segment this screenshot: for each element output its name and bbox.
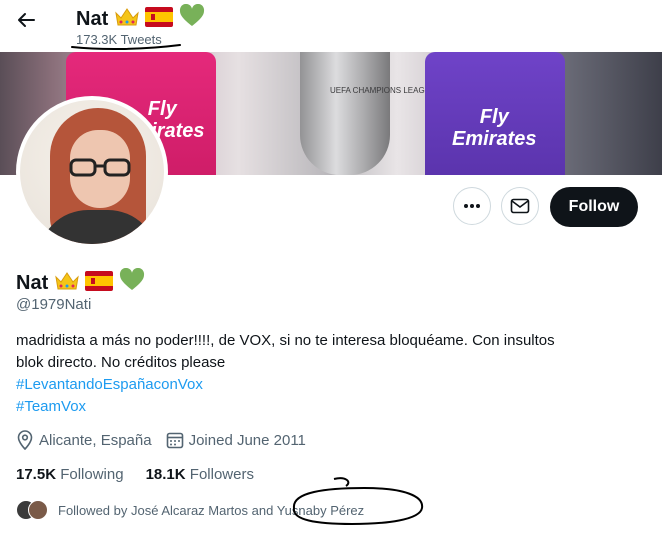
circle-annotation [292, 477, 424, 526]
header-profile-name: Nat [76, 4, 205, 31]
following-count: 17.5K [16, 466, 57, 483]
banner-trophy [300, 52, 390, 175]
profile-bio: madridista a más no poder!!!!, de VOX, s… [16, 330, 636, 418]
hashtag-link-levantando[interactable]: #LevantandoEspañaconVox [16, 374, 636, 396]
top-header: Nat 173.3K Tweets [0, 0, 662, 52]
message-button[interactable] [501, 187, 539, 225]
followers-label: Followers [189, 466, 254, 483]
follower-avatars [16, 500, 48, 520]
spain-flag-icon [85, 271, 114, 291]
green-heart-icon [179, 4, 204, 26]
underline-annotation [71, 44, 181, 51]
crown-icon [55, 272, 79, 290]
banner-trophy-text: UEFA CHAMPIONS LEAGUE [330, 86, 436, 95]
crown-icon [115, 8, 139, 26]
profile-stats: 17.5K Following 18.1K Followers [16, 466, 276, 483]
avatar-glasses [69, 158, 131, 177]
avatar [28, 500, 48, 520]
location-item: Alicante, España [16, 430, 152, 450]
following-label: Following [60, 466, 124, 483]
hashtag-link-teamvox[interactable]: #TeamVox [16, 396, 636, 418]
joined-text: Joined June 2011 [188, 431, 306, 449]
mail-icon [510, 198, 530, 214]
profile-handle: @1979Nati [16, 296, 92, 313]
green-heart-icon [119, 268, 144, 290]
spain-flag-icon [145, 7, 174, 27]
profile-meta: Alicante, España Joined June 2011 [16, 430, 320, 450]
banner-jersey-right-text: Fly Emirates [452, 106, 537, 150]
location-text: Alicante, España [39, 431, 152, 449]
calendar-icon [166, 432, 183, 449]
followers-count: 18.1K [145, 466, 186, 483]
location-icon [17, 430, 33, 450]
follow-button[interactable]: Follow [550, 187, 638, 227]
followers-link[interactable]: 18.1K Followers [146, 466, 254, 483]
following-link[interactable]: 17.5K Following [16, 466, 124, 483]
more-button[interactable] [453, 187, 491, 225]
profile-name: Nat [16, 268, 145, 295]
bio-line-2: blok directo. No créditos please [16, 354, 226, 371]
more-icon [464, 204, 480, 208]
bio-line-1: madridista a más no poder!!!!, de VOX, s… [16, 332, 555, 349]
profile-avatar[interactable] [16, 96, 168, 248]
joined-item: Joined June 2011 [166, 431, 306, 449]
back-arrow-icon[interactable] [14, 10, 38, 34]
